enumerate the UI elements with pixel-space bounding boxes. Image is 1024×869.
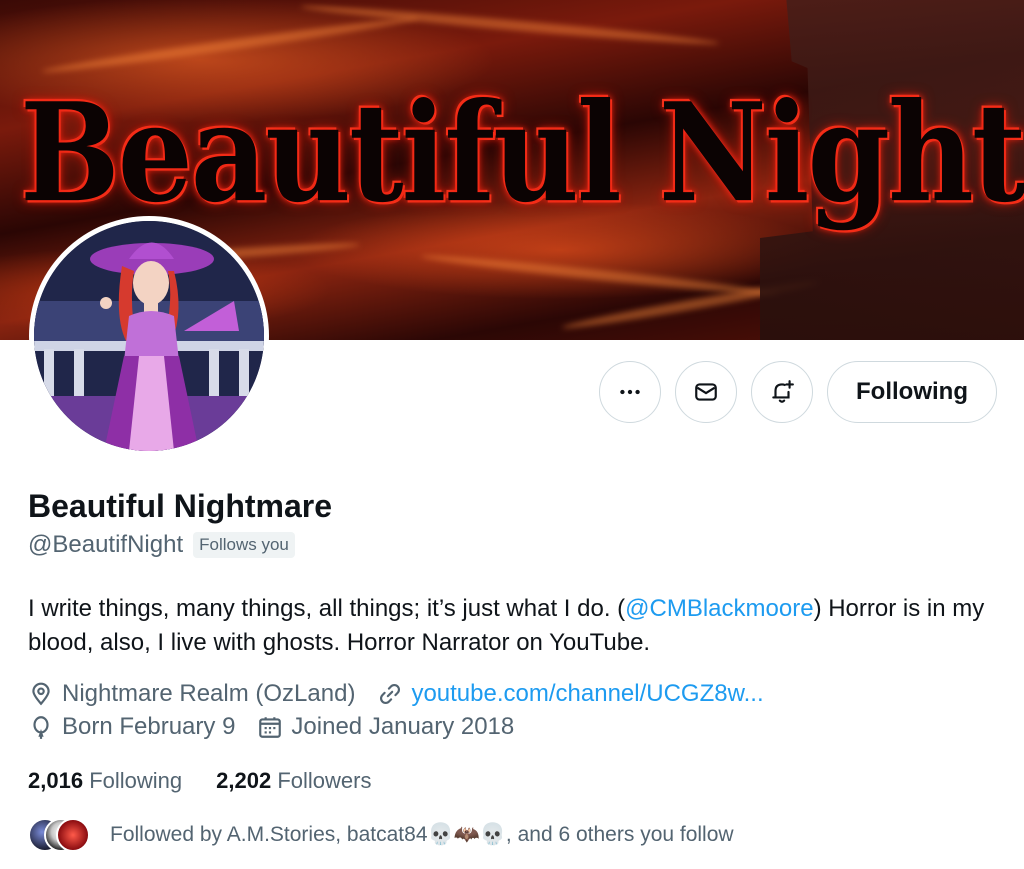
bio-mention-link[interactable]: @CMBlackmoore <box>625 595 813 622</box>
birthday-item: Born February 9 <box>28 713 235 741</box>
display-name: Beautiful Nightmare <box>28 488 333 524</box>
profile-bio: I write things, many things, all things;… <box>28 592 998 660</box>
website-link[interactable]: youtube.com/channel/UCGZ8w... <box>411 680 763 708</box>
location-item: Nightmare Realm (OzLand) <box>28 680 355 708</box>
followers-stat-link[interactable]: 2,202 Followers <box>216 768 371 794</box>
location-text: Nightmare Realm (OzLand) <box>62 680 356 707</box>
following-label: Following <box>89 768 183 793</box>
birthday-text: Born February 9 <box>62 713 236 740</box>
user-handle: @BeautifNight <box>28 531 184 558</box>
more-icon <box>620 389 640 395</box>
follow-stats: 2,016 Following 2,202 Followers <box>28 768 371 794</box>
more-button[interactable] <box>599 361 662 423</box>
following-button[interactable]: Following <box>827 361 997 423</box>
profile-meta-row-1: Nightmare Realm (OzLand) youtube.com/cha… <box>28 680 786 708</box>
bell-plus-icon <box>772 380 794 403</box>
profile-actions: Following <box>599 361 997 423</box>
envelope-icon <box>695 383 717 401</box>
following-count: 2,016 <box>28 768 84 793</box>
follows-you-badge: Follows you <box>193 532 295 558</box>
followers-count: 2,202 <box>216 768 272 793</box>
followed-by-text: Followed by A.M.Stories, batcat84💀🦇💀, an… <box>110 823 734 846</box>
profile-meta-row-2: Born February 9 Joined January 2018 <box>28 713 536 741</box>
balloon-icon <box>33 716 49 739</box>
link-icon <box>380 684 401 704</box>
banner-title-art: Beautiful Nightmare <box>20 72 1024 233</box>
website-item: youtube.com/channel/UCGZ8w... <box>377 680 764 708</box>
followers-label: Followers <box>277 768 372 793</box>
mutual-avatar <box>56 818 90 852</box>
profile-avatar[interactable] <box>29 216 269 456</box>
avatar-illustration <box>34 221 264 451</box>
notify-button[interactable] <box>751 361 814 423</box>
following-stat-link[interactable]: 2,016 Following <box>28 768 182 794</box>
calendar-icon <box>259 717 282 738</box>
mutual-avatars <box>28 818 92 852</box>
handle-row: @BeautifNight Follows you <box>28 531 295 559</box>
joined-text: Joined January 2018 <box>291 713 515 740</box>
message-button[interactable] <box>675 361 738 423</box>
location-pin-icon <box>32 682 50 706</box>
followed-by-row[interactable]: Followed by A.M.Stories, batcat84💀🦇💀, an… <box>28 818 734 852</box>
joined-item: Joined January 2018 <box>257 713 514 741</box>
bio-text-1: I write things, many things, all things;… <box>28 595 626 622</box>
